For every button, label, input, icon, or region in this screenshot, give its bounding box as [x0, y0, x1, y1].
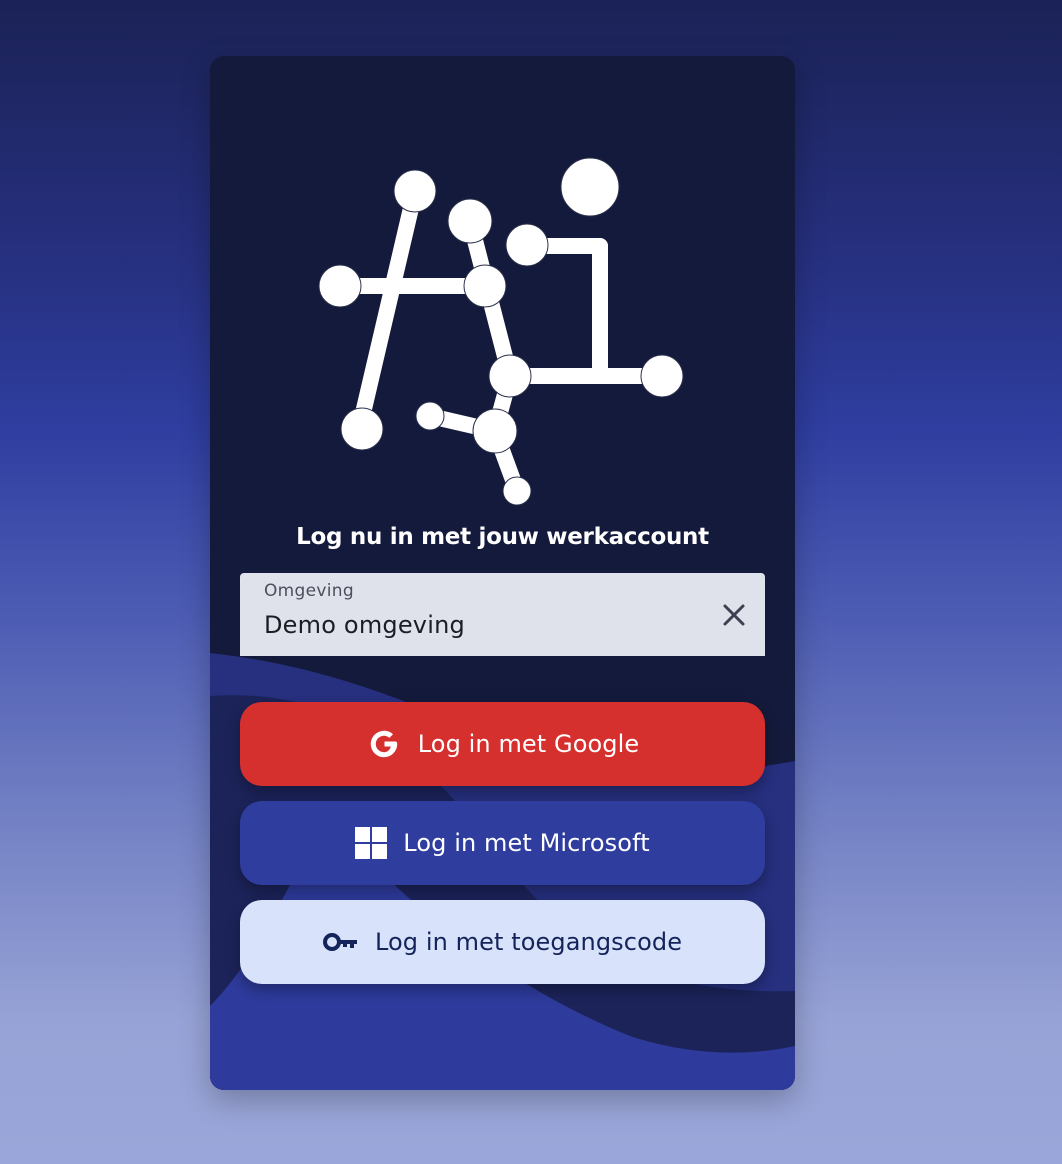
login-card: Log nu in met jouw werkaccount Omgeving …	[210, 56, 795, 1090]
access-code-login-button[interactable]: Log in met toegangscode	[240, 900, 765, 984]
environment-field-label: Omgeving	[264, 581, 354, 601]
key-icon	[322, 931, 359, 953]
access-code-login-label: Log in met toegangscode	[374, 928, 683, 956]
login-headline: Log nu in met jouw werkaccount	[296, 524, 709, 550]
google-login-button[interactable]: Log in met Google	[240, 702, 765, 786]
environment-field[interactable]: Omgeving Demo omgeving	[240, 573, 765, 656]
google-icon	[366, 726, 402, 762]
environment-field-value[interactable]: Demo omgeving	[264, 611, 465, 639]
ai-molecule-logo	[318, 157, 684, 506]
close-icon[interactable]	[717, 598, 751, 632]
microsoft-login-button[interactable]: Log in met Microsoft	[240, 801, 765, 885]
microsoft-login-label: Log in met Microsoft	[403, 829, 650, 857]
google-login-label: Log in met Google	[417, 730, 640, 758]
windows-icon	[355, 827, 388, 859]
